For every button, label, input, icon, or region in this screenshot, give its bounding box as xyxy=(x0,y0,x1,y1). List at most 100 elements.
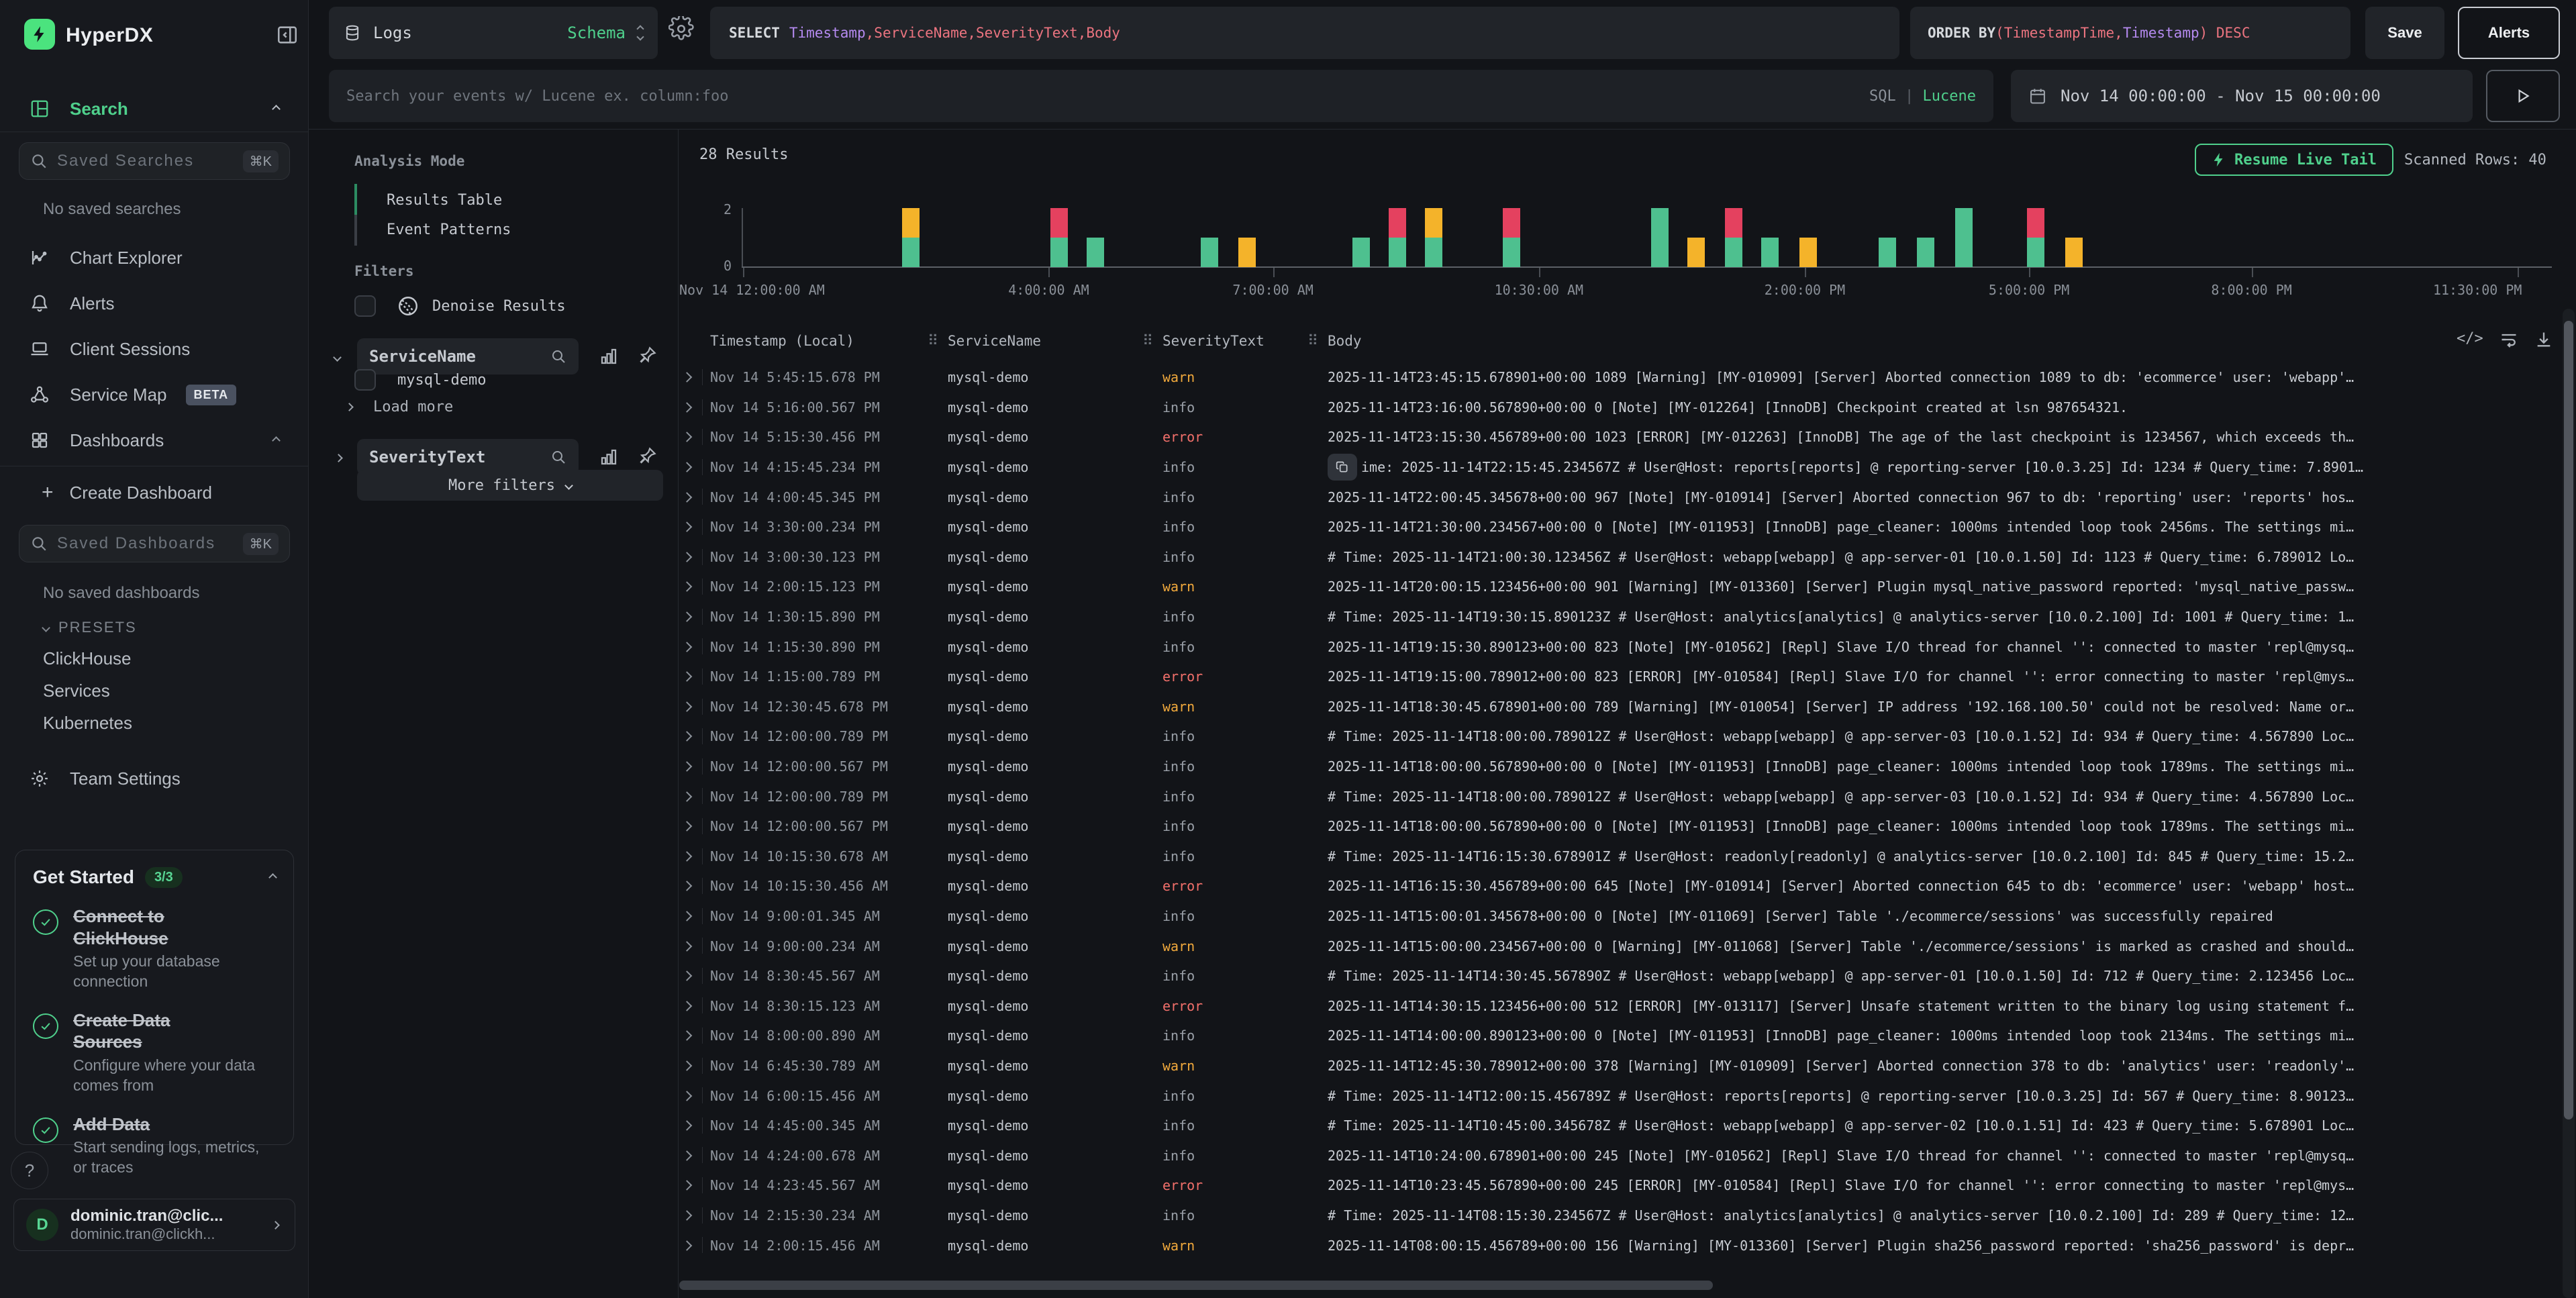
row-expand-chevron[interactable] xyxy=(682,462,693,472)
vertical-scrollbar-thumb[interactable] xyxy=(2564,321,2573,1119)
row-expand-chevron[interactable] xyxy=(682,402,693,413)
row-expand-chevron[interactable] xyxy=(682,671,693,682)
histogram-bar[interactable] xyxy=(1389,208,1406,267)
mode-event-patterns[interactable]: Event Patterns xyxy=(387,221,511,238)
table-row[interactable]: Nov 14 2:00:15.123 PMmysql-demowarn2025-… xyxy=(678,572,2576,602)
histogram-bar[interactable] xyxy=(902,208,920,267)
row-expand-chevron[interactable] xyxy=(682,881,693,892)
servicename-value[interactable]: mysql-demo xyxy=(397,372,486,389)
chevron-up-icon[interactable] xyxy=(272,436,281,445)
mode-sql[interactable]: SQL xyxy=(1869,88,1896,105)
more-filters-button[interactable]: More filters xyxy=(357,470,663,501)
row-expand-chevron[interactable] xyxy=(682,1210,693,1221)
row-expand-chevron[interactable] xyxy=(682,911,693,921)
table-row[interactable]: Nov 14 2:15:30.234 AMmysql-demoinfo# Tim… xyxy=(678,1201,2576,1231)
copy-icon[interactable] xyxy=(1328,454,1357,481)
create-dashboard-button[interactable]: + Create Dashboard xyxy=(0,475,309,510)
histogram-bar[interactable] xyxy=(1050,208,1068,267)
histogram-bar[interactable] xyxy=(1687,238,1705,267)
sidebar-item-team-settings[interactable]: Team Settings xyxy=(0,760,309,797)
source-select[interactable]: Logs Schema xyxy=(329,7,658,59)
table-row[interactable]: Nov 14 8:30:15.123 AMmysql-demoerror2025… xyxy=(678,991,2576,1021)
table-row[interactable]: Nov 14 1:15:30.890 PMmysql-demoinfo2025-… xyxy=(678,632,2576,662)
row-expand-chevron[interactable] xyxy=(682,611,693,622)
table-row[interactable]: Nov 14 10:15:30.456 AMmysql-demoerror202… xyxy=(678,871,2576,901)
table-row[interactable]: Nov 14 4:24:00.678 AMmysql-demoinfo2025-… xyxy=(678,1140,2576,1170)
table-row[interactable]: Nov 14 8:30:45.567 AMmysql-demoinfo# Tim… xyxy=(678,961,2576,991)
sidebar-item-client-sessions[interactable]: Client Sessions xyxy=(0,330,309,368)
saved-dashboards-input[interactable]: Saved Dashboards ⌘K xyxy=(19,525,290,562)
get-started-item[interactable]: Create Data Sources Configure where your… xyxy=(33,1009,276,1096)
denoise-checkbox[interactable] xyxy=(354,295,376,317)
run-query-button[interactable] xyxy=(2486,70,2560,122)
mode-results-table[interactable]: Results Table xyxy=(387,192,502,209)
sidebar-item-chart-explorer[interactable]: Chart Explorer xyxy=(0,239,309,277)
row-expand-chevron[interactable] xyxy=(682,701,693,712)
histogram-bar[interactable] xyxy=(2065,238,2083,267)
alerts-button[interactable]: Alerts xyxy=(2458,7,2560,59)
drag-handle-icon[interactable]: ⠿ xyxy=(1307,333,1318,350)
row-expand-chevron[interactable] xyxy=(682,941,693,952)
table-row[interactable]: Nov 14 12:00:00.567 PMmysql-demoinfo2025… xyxy=(678,811,2576,842)
pin-icon[interactable] xyxy=(638,345,658,365)
row-expand-chevron[interactable] xyxy=(682,761,693,772)
table-row[interactable]: Nov 14 1:30:15.890 PMmysql-demoinfo# Tim… xyxy=(678,602,2576,632)
histogram-bar[interactable] xyxy=(1725,208,1742,267)
chevron-down-icon[interactable] xyxy=(333,353,342,362)
histogram-bar[interactable] xyxy=(1503,208,1520,267)
chevron-right-icon[interactable] xyxy=(334,454,343,462)
histogram-bar[interactable] xyxy=(2027,208,2044,267)
histogram-bar[interactable] xyxy=(1651,208,1669,267)
row-expand-chevron[interactable] xyxy=(682,1031,693,1042)
col-timestamp[interactable]: Timestamp (Local) xyxy=(710,333,854,349)
histogram-bar[interactable] xyxy=(1425,208,1442,267)
event-search-input[interactable]: Search your events w/ Lucene ex. column:… xyxy=(329,70,1993,122)
row-expand-chevron[interactable] xyxy=(682,372,693,383)
order-by-input[interactable]: ORDER BY (TimestampTime, Timestamp ) DES… xyxy=(1910,7,2350,59)
wrap-lines-icon[interactable] xyxy=(2499,330,2518,349)
table-row[interactable]: Nov 14 12:30:45.678 PMmysql-demowarn2025… xyxy=(678,692,2576,722)
table-row[interactable]: Nov 14 9:00:00.234 AMmysql-demowarn2025-… xyxy=(678,931,2576,961)
col-servicename[interactable]: ServiceName xyxy=(948,333,1041,349)
table-row[interactable]: Nov 14 2:00:15.456 AMmysql-demowarn2025-… xyxy=(678,1230,2576,1260)
preset-clickhouse[interactable]: ClickHouse xyxy=(43,648,132,669)
chevron-up-icon[interactable] xyxy=(268,873,277,882)
preset-kubernetes[interactable]: Kubernetes xyxy=(43,713,132,734)
sidebar-item-alerts[interactable]: Alerts xyxy=(0,285,309,322)
row-expand-chevron[interactable] xyxy=(682,1060,693,1071)
date-range-picker[interactable]: Nov 14 00:00:00 - Nov 15 00:00:00 xyxy=(2011,70,2473,122)
row-expand-chevron[interactable] xyxy=(682,552,693,562)
presets-toggle[interactable]: PRESETS xyxy=(43,619,137,636)
table-row[interactable]: Nov 14 4:15:45.234 PMmysql-demoinfoime: … xyxy=(678,452,2576,483)
denoise-label[interactable]: Denoise Results xyxy=(432,298,566,315)
row-expand-chevron[interactable] xyxy=(682,1120,693,1131)
histogram-bar[interactable] xyxy=(1879,238,1896,267)
histogram-bar[interactable] xyxy=(1761,238,1779,267)
histogram-bar[interactable] xyxy=(1955,208,1973,267)
row-expand-chevron[interactable] xyxy=(682,1150,693,1161)
row-expand-chevron[interactable] xyxy=(682,970,693,981)
row-expand-chevron[interactable] xyxy=(682,1001,693,1011)
histogram-bar[interactable] xyxy=(1087,238,1104,267)
load-more-button[interactable]: Load more xyxy=(373,399,453,415)
table-row[interactable]: Nov 14 8:00:00.890 AMmysql-demoinfo2025-… xyxy=(678,1021,2576,1051)
get-started-item[interactable]: Connect to ClickHouse Set up your databa… xyxy=(33,905,276,992)
row-expand-chevron[interactable] xyxy=(682,732,693,742)
row-expand-chevron[interactable] xyxy=(682,1091,693,1101)
table-row[interactable]: Nov 14 4:23:45.567 AMmysql-demoerror2025… xyxy=(678,1170,2576,1201)
filter-group-servicename[interactable]: ServiceName xyxy=(357,338,579,375)
col-body[interactable]: Body xyxy=(1328,333,1362,349)
sidebar-collapse-icon[interactable] xyxy=(274,21,301,48)
histogram-bar[interactable] xyxy=(1238,238,1256,267)
table-row[interactable]: Nov 14 5:16:00.567 PMmysql-demoinfo2025-… xyxy=(678,393,2576,423)
table-row[interactable]: Nov 14 10:15:30.678 AMmysql-demoinfo# Ti… xyxy=(678,842,2576,872)
resume-live-tail-button[interactable]: Resume Live Tail xyxy=(2195,144,2393,176)
table-row[interactable]: Nov 14 5:45:15.678 PMmysql-demowarn2025-… xyxy=(678,362,2576,393)
row-expand-chevron[interactable] xyxy=(682,1181,693,1191)
row-expand-chevron[interactable] xyxy=(682,821,693,832)
histogram-bar[interactable] xyxy=(1799,238,1817,267)
code-view-icon[interactable]: </> xyxy=(2457,330,2483,349)
preset-services[interactable]: Services xyxy=(43,681,110,701)
source-settings-gear-icon[interactable] xyxy=(668,16,694,42)
search-icon[interactable] xyxy=(550,348,566,364)
